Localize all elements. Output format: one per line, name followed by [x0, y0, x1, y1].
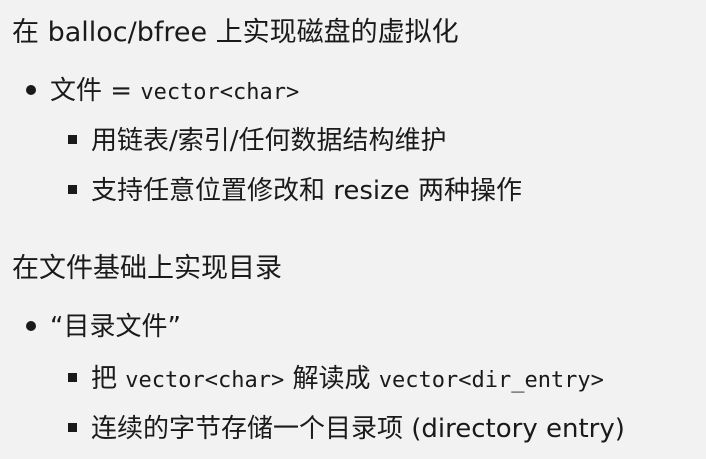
section2-subitem-2: 连续的字节存储一个目录项 (directory entry): [68, 412, 625, 446]
bullet-dot-icon: [26, 320, 36, 331]
subitem-text: 支持任意位置修改和 resize 两种操作: [91, 176, 523, 206]
subitem-code-2: vector<dir_entry>: [378, 368, 604, 393]
subitem-text: 连续的字节存储一个目录项 (directory entry): [91, 414, 625, 444]
section1-subitem-2: 支持任意位置修改和 resize 两种操作: [68, 174, 522, 208]
subitem-prefix: 把: [91, 364, 126, 394]
section2-subitem-1: 把 vector<char> 解读成 vector<dir_entry>: [68, 362, 604, 398]
square-bullet-icon: [68, 423, 77, 432]
section1-bullet: 文件 = vector<char>: [26, 74, 299, 110]
slide: 在 balloc/bfree 上实现磁盘的虚拟化 文件 = vector<cha…: [0, 0, 706, 459]
section1-subitem-1: 用链表/索引/任何数据结构维护: [68, 124, 447, 158]
bullet-text: “目录文件”: [50, 312, 181, 342]
square-bullet-icon: [68, 185, 77, 194]
subitem-text: 用链表/索引/任何数据结构维护: [91, 126, 447, 156]
section1-heading: 在 balloc/bfree 上实现磁盘的虚拟化: [12, 17, 459, 48]
subitem-middle: 解读成: [284, 364, 379, 394]
square-bullet-icon: [68, 373, 77, 382]
section2-bullet: “目录文件”: [26, 310, 181, 344]
bullet-dot-icon: [26, 84, 36, 95]
section2-heading: 在文件基础上实现目录: [12, 253, 282, 284]
bullet-code: vector<char>: [140, 80, 300, 105]
subitem-code-1: vector<char>: [125, 368, 285, 393]
bullet-text: 文件 =: [50, 76, 141, 106]
square-bullet-icon: [68, 135, 77, 144]
